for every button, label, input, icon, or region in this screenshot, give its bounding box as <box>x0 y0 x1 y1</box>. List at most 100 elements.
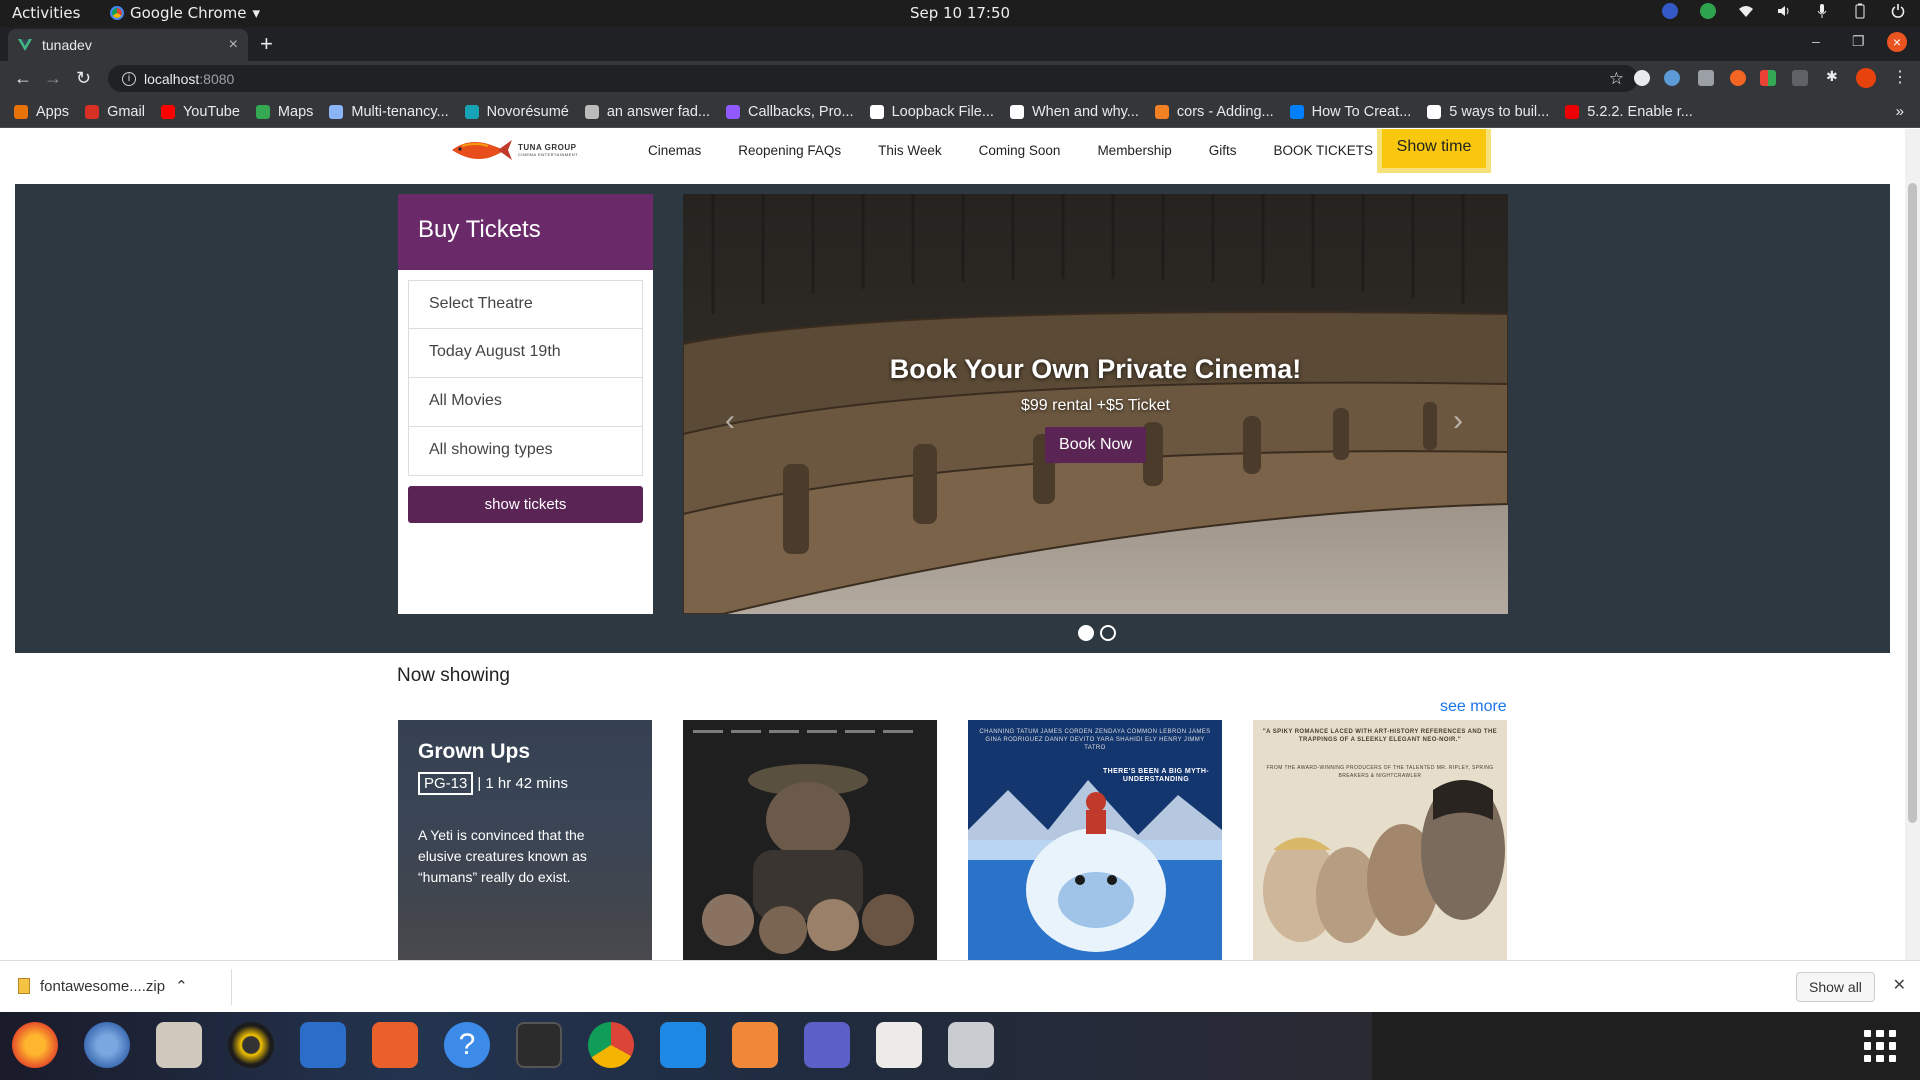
volume-icon[interactable] <box>1776 3 1792 19</box>
youtube-icon <box>160 104 175 119</box>
wifi-icon[interactable] <box>1738 3 1754 19</box>
site-info-icon[interactable]: i <box>122 71 136 86</box>
extension-5-icon[interactable] <box>1792 70 1808 86</box>
battery-icon[interactable] <box>1852 3 1868 19</box>
address-bar[interactable]: i localhost:8080 ☆ <box>108 65 1638 92</box>
movie-card-2[interactable] <box>683 720 937 960</box>
menu-kebab-icon[interactable]: ⋮ <box>1892 67 1908 86</box>
book-now-button[interactable]: Book Now <box>1045 427 1146 463</box>
close-downloads-icon[interactable]: ✕ <box>1893 975 1906 995</box>
bookmark-item[interactable]: Callbacks, Pro... <box>726 104 854 120</box>
bookmark-item[interactable]: Gmail <box>85 104 145 120</box>
teams-icon[interactable] <box>804 1022 850 1068</box>
vuejs-devtools-icon[interactable] <box>1698 70 1714 86</box>
nav-link-membership[interactable]: Membership <box>1097 143 1171 158</box>
new-tab-button[interactable]: + <box>260 31 273 57</box>
movie-card-grown-ups[interactable]: Grown Ups PG-13 | 1 hr 42 mins A Yeti is… <box>398 720 652 960</box>
software-center-icon[interactable] <box>372 1022 418 1068</box>
gmail-icon <box>85 104 100 119</box>
libreoffice-writer-icon[interactable] <box>300 1022 346 1068</box>
help-icon[interactable]: ? <box>444 1022 490 1068</box>
extension-3-icon[interactable] <box>1730 70 1746 86</box>
language-icon[interactable] <box>1662 3 1678 19</box>
back-arrow-icon[interactable]: ← <box>14 68 32 89</box>
show-tickets-button[interactable]: show tickets <box>408 486 643 523</box>
see-more-link[interactable]: see more <box>1440 698 1507 716</box>
bookmark-item[interactable]: an answer fad... <box>584 104 710 120</box>
ubuntu-dock: ? <box>0 1012 1920 1080</box>
close-window-icon[interactable]: × <box>1887 32 1907 52</box>
sublime-text-icon[interactable] <box>732 1022 778 1068</box>
carousel-dot[interactable] <box>1100 625 1116 641</box>
puzzle-extensions-icon[interactable]: ✱ <box>1826 68 1842 84</box>
bookmark-item[interactable]: 5 ways to buil... <box>1427 104 1549 120</box>
close-tab-icon[interactable]: × <box>229 36 238 54</box>
bookmark-item[interactable]: 5.2.2. Enable r... <box>1565 104 1693 120</box>
nav-link-this-week[interactable]: This Week <box>878 143 942 158</box>
nav-link-book-tickets[interactable]: BOOK TICKETS <box>1273 143 1373 158</box>
carousel-next-icon[interactable]: › <box>1453 404 1463 438</box>
bookmark-item[interactable]: Loopback File... <box>869 104 994 120</box>
clock[interactable]: Sep 10 17:50 <box>0 4 1920 22</box>
show-all-downloads-button[interactable]: Show all <box>1796 972 1875 1002</box>
bookmark-item[interactable]: Maps <box>255 104 313 120</box>
restore-icon[interactable]: ❐ <box>1852 33 1865 50</box>
select-movie-dropdown[interactable]: All Movies <box>408 378 643 427</box>
show-time-button[interactable]: Show time <box>1377 129 1491 173</box>
rhythmbox-icon[interactable] <box>228 1022 274 1068</box>
novoresume-icon <box>464 104 479 119</box>
system-tray[interactable] <box>1662 3 1906 19</box>
power-icon[interactable] <box>1890 3 1906 19</box>
files-icon[interactable] <box>156 1022 202 1068</box>
bookmark-label: Callbacks, Pro... <box>748 103 854 120</box>
download-item[interactable]: fontawesome....zip ⌃ <box>18 977 188 995</box>
firefox-icon[interactable] <box>12 1022 58 1068</box>
nav-link-gifts[interactable]: Gifts <box>1209 143 1237 158</box>
nav-link-coming-soon[interactable]: Coming Soon <box>979 143 1061 158</box>
vscode-icon[interactable] <box>660 1022 706 1068</box>
bookmark-item[interactable]: How To Creat... <box>1289 104 1411 120</box>
thunderbird-icon[interactable] <box>84 1022 130 1068</box>
bookmarks-overflow-icon[interactable]: » <box>1896 103 1904 120</box>
select-theatre-dropdown[interactable]: Select Theatre <box>408 280 643 329</box>
forward-arrow-icon[interactable]: → <box>44 68 62 89</box>
bookmark-item[interactable]: Novorésumé <box>464 104 569 120</box>
extension-1-icon[interactable] <box>1634 70 1650 86</box>
tuna-group-logo[interactable]: TUNA GROUP CINEMA ENTERTAINMENT <box>448 132 578 168</box>
movie-card-4[interactable]: "A SPIKY ROMANCE LACED WITH ART-HISTORY … <box>1253 720 1507 960</box>
bookmark-label: Apps <box>36 103 70 120</box>
screenshot-icon[interactable] <box>948 1022 994 1068</box>
bookmark-star-icon[interactable]: ☆ <box>1609 69 1624 89</box>
extension-4-icon[interactable] <box>1760 70 1776 86</box>
update-check-icon[interactable] <box>1700 3 1716 19</box>
bookmark-item[interactable]: cors - Adding... <box>1154 104 1274 120</box>
profile-avatar[interactable] <box>1856 68 1876 88</box>
url-host: localhost <box>144 70 200 87</box>
carousel-prev-icon[interactable]: ‹ <box>725 404 735 438</box>
chevron-up-icon[interactable]: ⌃ <box>175 977 188 995</box>
maps-pin-icon <box>255 104 270 119</box>
bookmark-item[interactable]: YouTube <box>160 104 240 120</box>
terminal-icon[interactable] <box>516 1022 562 1068</box>
carousel-dot[interactable] <box>1078 625 1094 641</box>
nav-link-cinemas[interactable]: Cinemas <box>648 143 701 158</box>
nav-link-reopening-faqs[interactable]: Reopening FAQs <box>738 143 841 158</box>
select-date-dropdown[interactable]: Today August 19th <box>408 329 643 378</box>
document-viewer-icon[interactable] <box>876 1022 922 1068</box>
minimize-icon[interactable]: – <box>1812 33 1820 49</box>
bookmark-item[interactable]: When and why... <box>1009 104 1139 120</box>
bookmark-item[interactable]: Apps <box>14 104 69 120</box>
tab-strip: tunadev × + – ❐ × <box>0 27 1920 61</box>
google-chrome-icon[interactable] <box>588 1022 634 1068</box>
tab-tunadev[interactable]: tunadev × <box>8 29 248 61</box>
reload-icon[interactable]: ↻ <box>76 68 91 89</box>
fish-logo-icon <box>452 140 512 160</box>
page-scrollbar[interactable] <box>1905 129 1920 960</box>
show-applications-icon[interactable] <box>1864 1030 1896 1062</box>
microphone-icon[interactable] <box>1814 3 1830 19</box>
scrollbar-thumb[interactable] <box>1908 183 1917 823</box>
extension-2-icon[interactable] <box>1664 70 1680 86</box>
bookmark-item[interactable]: Multi-tenancy... <box>329 104 449 120</box>
movie-card-3[interactable]: CHANNING TATUM JAMES CORDEN ZENDAYA COMM… <box>968 720 1222 960</box>
select-showing-type-dropdown[interactable]: All showing types <box>408 427 643 476</box>
